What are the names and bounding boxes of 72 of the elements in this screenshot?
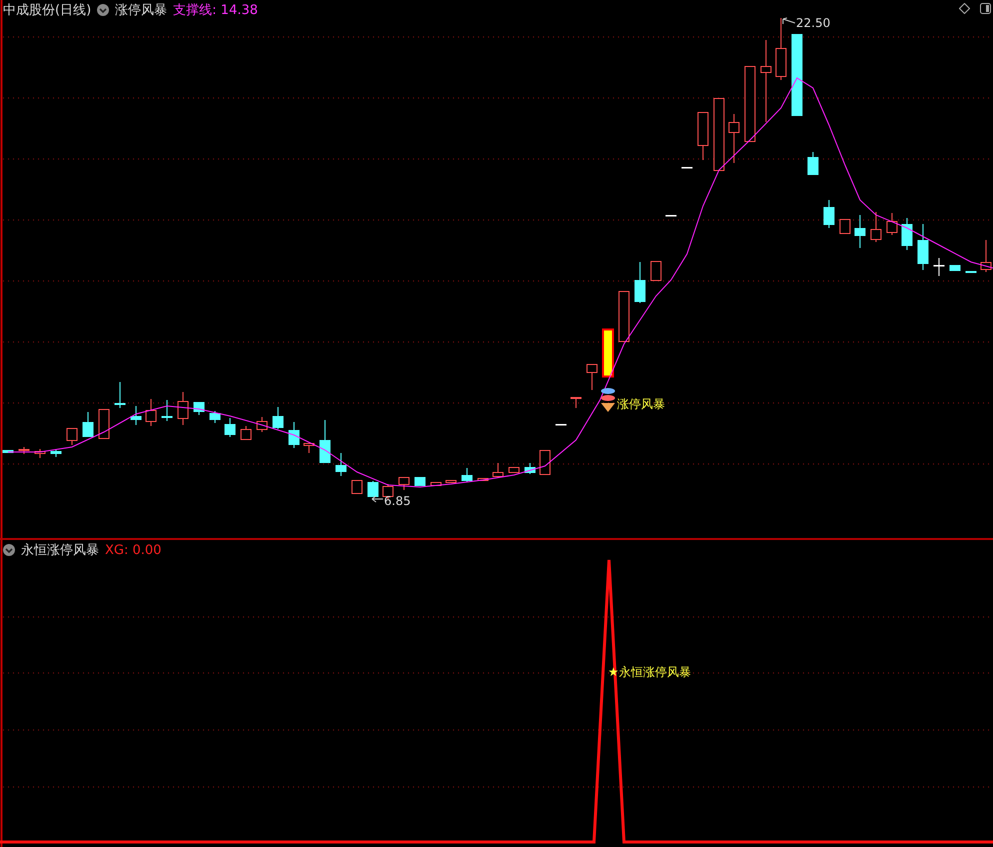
candlestick	[886, 212, 898, 236]
candlestick	[540, 450, 550, 476]
candlestick	[934, 258, 944, 276]
candlestick	[682, 166, 692, 168]
candlestick	[304, 442, 314, 454]
low-price-label: 6.85	[384, 494, 411, 508]
candlestick	[98, 408, 110, 440]
stock-title: 中成股份(日线)	[3, 2, 92, 19]
candlestick	[650, 260, 662, 282]
candlestick	[570, 396, 582, 408]
candlestick	[618, 290, 630, 342]
candlestick	[240, 426, 252, 440]
candlestick	[50, 450, 62, 458]
candlestick	[602, 328, 614, 378]
arrow-icon	[782, 18, 796, 24]
candlestick	[336, 452, 346, 476]
indicator-name: 涨停风暴	[115, 2, 168, 19]
candlestick	[666, 214, 676, 216]
candlestick	[698, 112, 708, 160]
candlestick	[840, 218, 850, 234]
candlestick	[82, 412, 94, 438]
support-reading: 支撑线: 14.38	[173, 2, 258, 19]
chevron-down-icon[interactable]	[97, 4, 110, 16]
signal-reading: XG: 0.00	[105, 542, 162, 558]
candlestick	[824, 200, 834, 228]
chevron-down-icon[interactable]	[3, 544, 15, 556]
candlestick	[114, 382, 126, 408]
candlestick	[634, 262, 646, 304]
candlestick	[918, 224, 928, 270]
candlestick	[808, 152, 818, 176]
arrow-icon	[372, 496, 384, 502]
candlestick	[966, 270, 976, 273]
candlestick	[194, 402, 204, 416]
candlestick	[398, 476, 410, 490]
signal-icon	[601, 388, 615, 412]
candlestick	[66, 428, 78, 446]
high-price-label: 22.50	[796, 16, 830, 30]
candlestick	[272, 406, 284, 430]
candlestick	[146, 398, 156, 426]
indicator-name: 永恒涨停风暴	[21, 542, 99, 559]
candlestick	[368, 480, 378, 498]
candlestick	[162, 400, 172, 422]
candlestick	[462, 468, 472, 482]
candlestick	[586, 364, 598, 390]
diamond-icon[interactable]	[959, 3, 970, 14]
candlestick	[902, 218, 912, 250]
candlestick	[414, 476, 426, 486]
candlestick	[478, 478, 488, 482]
candlestick	[178, 392, 188, 426]
signal-label: 涨停风暴	[617, 396, 665, 413]
candlestick	[446, 480, 456, 484]
candlestick	[288, 422, 300, 448]
candlestick	[320, 420, 330, 464]
candlestick	[854, 214, 866, 248]
candlestick	[492, 462, 504, 478]
candlestick	[776, 18, 786, 80]
candlestick	[256, 416, 268, 432]
candlestick	[556, 424, 566, 426]
candlestick	[728, 114, 740, 164]
candlestick	[524, 462, 536, 474]
candlestick	[508, 466, 520, 474]
panel-icon[interactable]	[980, 3, 991, 14]
candlestick	[34, 448, 46, 458]
candlestick	[870, 212, 882, 242]
candlestick	[18, 446, 30, 454]
candlestick	[430, 482, 442, 486]
candlestick	[224, 418, 236, 438]
candlestick	[950, 264, 960, 272]
candlestick	[352, 480, 362, 494]
candlestick	[210, 410, 220, 424]
candlestick	[2, 450, 14, 454]
candlestick	[130, 406, 142, 426]
